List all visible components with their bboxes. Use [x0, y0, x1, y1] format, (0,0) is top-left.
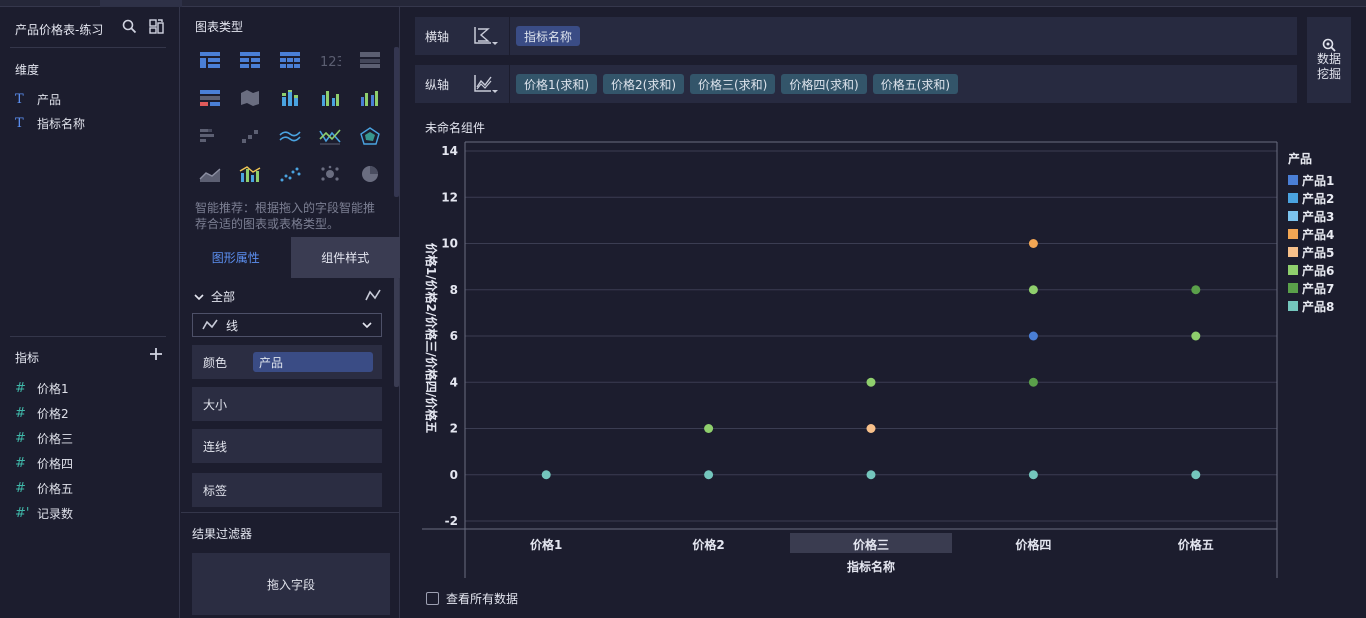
legend-item[interactable]: 产品6	[1288, 261, 1334, 279]
legend-label: 产品3	[1302, 209, 1335, 224]
y-tick-label: 14	[441, 144, 458, 158]
view-all-data-checkbox[interactable]	[426, 592, 439, 605]
y-tick-label: 12	[441, 190, 458, 204]
y-tick-label: 4	[450, 375, 458, 389]
data-point	[704, 470, 714, 480]
legend-label: 产品6	[1302, 263, 1335, 278]
y-tick-label: 8	[450, 283, 458, 297]
y-tick-label: 2	[450, 422, 458, 436]
view-all-data-row[interactable]: 查看所有数据	[426, 590, 518, 607]
chart-legend: 产品 产品1 产品2 产品3 产品4 产品5 产品6 产品7 产品8	[1288, 150, 1334, 315]
legend-swatch	[1288, 265, 1298, 275]
y-tick-label: 10	[441, 237, 458, 251]
x-tick-label: 价格四	[1015, 537, 1051, 552]
data-point	[1028, 470, 1038, 480]
legend-label: 产品2	[1302, 191, 1335, 206]
scatter-chart: -2 0 2 4 6 8 10 12 14 价格1 价格2 价格三 价格四 价格五指标名称 价格1/价格2/…	[422, 141, 1278, 578]
legend-label: 产品1	[1302, 173, 1335, 188]
data-point	[866, 470, 876, 480]
data-point	[704, 424, 714, 433]
legend-item[interactable]: 产品4	[1288, 225, 1334, 243]
x-axis-title: 指标名称	[847, 559, 895, 574]
legend-swatch	[1288, 247, 1298, 257]
y-tick-label: 6	[450, 329, 458, 343]
data-point	[866, 424, 876, 433]
legend-swatch	[1288, 175, 1298, 185]
legend-label: 产品5	[1302, 245, 1335, 260]
y-tick-label: 0	[450, 468, 458, 482]
legend-item[interactable]: 产品1	[1288, 171, 1334, 189]
legend-swatch	[1288, 283, 1298, 293]
data-point	[1191, 470, 1201, 480]
x-tick-label: 价格2	[692, 537, 724, 552]
legend-item[interactable]: 产品8	[1288, 297, 1334, 315]
data-point	[1028, 331, 1038, 341]
data-point	[1028, 377, 1038, 387]
data-point	[1028, 285, 1038, 295]
legend-swatch	[1288, 193, 1298, 203]
legend-swatch	[1288, 211, 1298, 221]
legend-swatch	[1288, 229, 1298, 239]
data-point	[541, 470, 551, 480]
legend-item[interactable]: 产品7	[1288, 279, 1334, 297]
view-all-data-label: 查看所有数据	[446, 592, 519, 606]
y-axis-title: 价格1/价格2/价格三/价格四/价格五	[424, 243, 439, 433]
legend-label: 产品4	[1302, 227, 1335, 242]
legend-item[interactable]: 产品2	[1288, 189, 1334, 207]
x-tick-label: 价格三	[853, 537, 889, 552]
legend-label: 产品7	[1302, 281, 1335, 296]
y-tick-label: -2	[445, 514, 458, 528]
data-point	[1028, 239, 1038, 248]
legend-title: 产品	[1288, 152, 1313, 166]
x-tick-label: 价格1	[530, 537, 562, 552]
legend-item[interactable]: 产品5	[1288, 243, 1334, 261]
data-point	[1191, 331, 1201, 341]
legend-swatch	[1288, 301, 1298, 311]
data-point	[866, 377, 876, 387]
x-tick-label: 价格五	[1178, 537, 1214, 552]
legend-item[interactable]: 产品3	[1288, 207, 1334, 225]
data-point	[1191, 285, 1201, 295]
legend-label: 产品8	[1302, 299, 1335, 314]
